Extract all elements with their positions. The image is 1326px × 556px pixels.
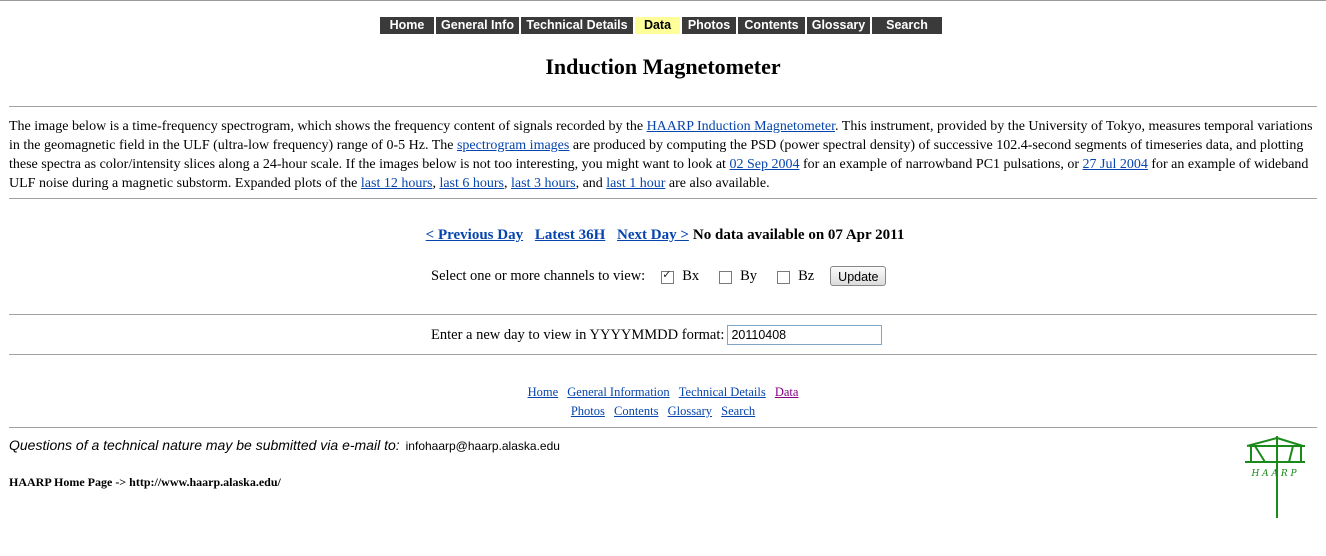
footer-link-general-information[interactable]: General Information [567, 385, 669, 399]
intro-text: are also available. [665, 176, 770, 191]
update-button[interactable]: Update [830, 266, 887, 286]
checkbox-by-label: By [740, 267, 758, 284]
day-navigation: < Previous Day Latest 36H Next Day > No d… [0, 227, 1326, 244]
divider [9, 198, 1317, 199]
footer-link-contents[interactable]: Contents [614, 404, 658, 418]
divider [9, 354, 1317, 355]
nav-search[interactable]: Search [872, 17, 942, 34]
nav-technical-details[interactable]: Technical Details [521, 17, 635, 34]
nav-contents[interactable]: Contents [738, 17, 807, 34]
contact-text: Questions of a technical nature may be s… [9, 437, 400, 453]
intro-text: , and [575, 176, 607, 191]
footer-link-photos[interactable]: Photos [571, 404, 605, 418]
data-status: No data available on 07 Apr 2011 [692, 227, 905, 243]
intro-text: The image below is a time-frequency spec… [9, 119, 647, 134]
previous-day-link[interactable]: < Previous Day [426, 227, 523, 243]
intro-paragraph: The image below is a time-frequency spec… [9, 117, 1319, 193]
link-27-jul-2004[interactable]: 27 Jul 2004 [1083, 157, 1148, 172]
nav-photos[interactable]: Photos [682, 17, 738, 34]
footer-link-technical-details[interactable]: Technical Details [679, 385, 766, 399]
date-entry-label: Enter a new day to view in YYYYMMDD form… [431, 326, 725, 343]
haarp-logo: H A A R P [1243, 434, 1305, 518]
link-spectrogram-images[interactable]: spectrogram images [457, 138, 569, 153]
antenna-logo-icon: H A A R P [1245, 436, 1305, 518]
channel-selector: Select one or more channels to view: Bx … [431, 266, 887, 286]
checkbox-bx[interactable] [661, 268, 675, 284]
page-title: Induction Magnetometer [545, 54, 781, 79]
link-last-3-hours[interactable]: last 3 hours [511, 176, 576, 191]
link-last-12-hours[interactable]: last 12 hours [361, 176, 433, 191]
logo-text: H A A R P [1250, 469, 1297, 479]
nav-data[interactable]: Data [635, 17, 682, 34]
date-input[interactable] [727, 325, 883, 345]
contact-email[interactable]: infohaarp@haarp.alaska.edu [406, 439, 560, 453]
footer-link-search[interactable]: Search [721, 404, 755, 418]
intro-text: , [504, 176, 512, 191]
latest-36h-link[interactable]: Latest 36H [535, 227, 605, 243]
checkbox-by[interactable] [719, 270, 733, 284]
footer-link-data[interactable]: Data [775, 385, 799, 399]
top-divider [0, 0, 1326, 1]
divider [9, 106, 1317, 107]
checkbox-bx-label: Bx [682, 267, 700, 284]
date-entry: Enter a new day to view in YYYYMMDD form… [431, 325, 883, 345]
top-nav: Home General Info Technical Details Data… [380, 17, 942, 34]
checkbox-bz-label: Bz [798, 267, 815, 284]
intro-text: for an example of narrowband PC1 pulsati… [799, 157, 1083, 172]
contact-line: Questions of a technical nature may be s… [9, 437, 560, 453]
link-haarp-induction-magnetometer[interactable]: HAARP Induction Magnetometer [647, 119, 835, 134]
nav-general-info[interactable]: General Info [436, 17, 521, 34]
link-last-6-hours[interactable]: last 6 hours [439, 176, 504, 191]
footer-nav-row2: Photos Contents Glossary Search [0, 404, 1326, 419]
link-02-sep-2004[interactable]: 02 Sep 2004 [729, 157, 799, 172]
next-day-link[interactable]: Next Day > [617, 227, 689, 243]
nav-home[interactable]: Home [380, 17, 436, 34]
divider [9, 314, 1317, 315]
divider [9, 427, 1317, 428]
nav-glossary[interactable]: Glossary [807, 17, 872, 34]
link-last-1-hour[interactable]: last 1 hour [606, 176, 665, 191]
home-page-line: HAARP Home Page -> http://www.haarp.alas… [9, 475, 281, 489]
checkbox-bz[interactable] [777, 270, 791, 284]
channel-label: Select one or more channels to view: [431, 267, 646, 284]
footer-link-home[interactable]: Home [528, 385, 559, 399]
footer-link-glossary[interactable]: Glossary [668, 404, 712, 418]
footer-nav-row1: Home General Information Technical Detai… [0, 385, 1326, 400]
